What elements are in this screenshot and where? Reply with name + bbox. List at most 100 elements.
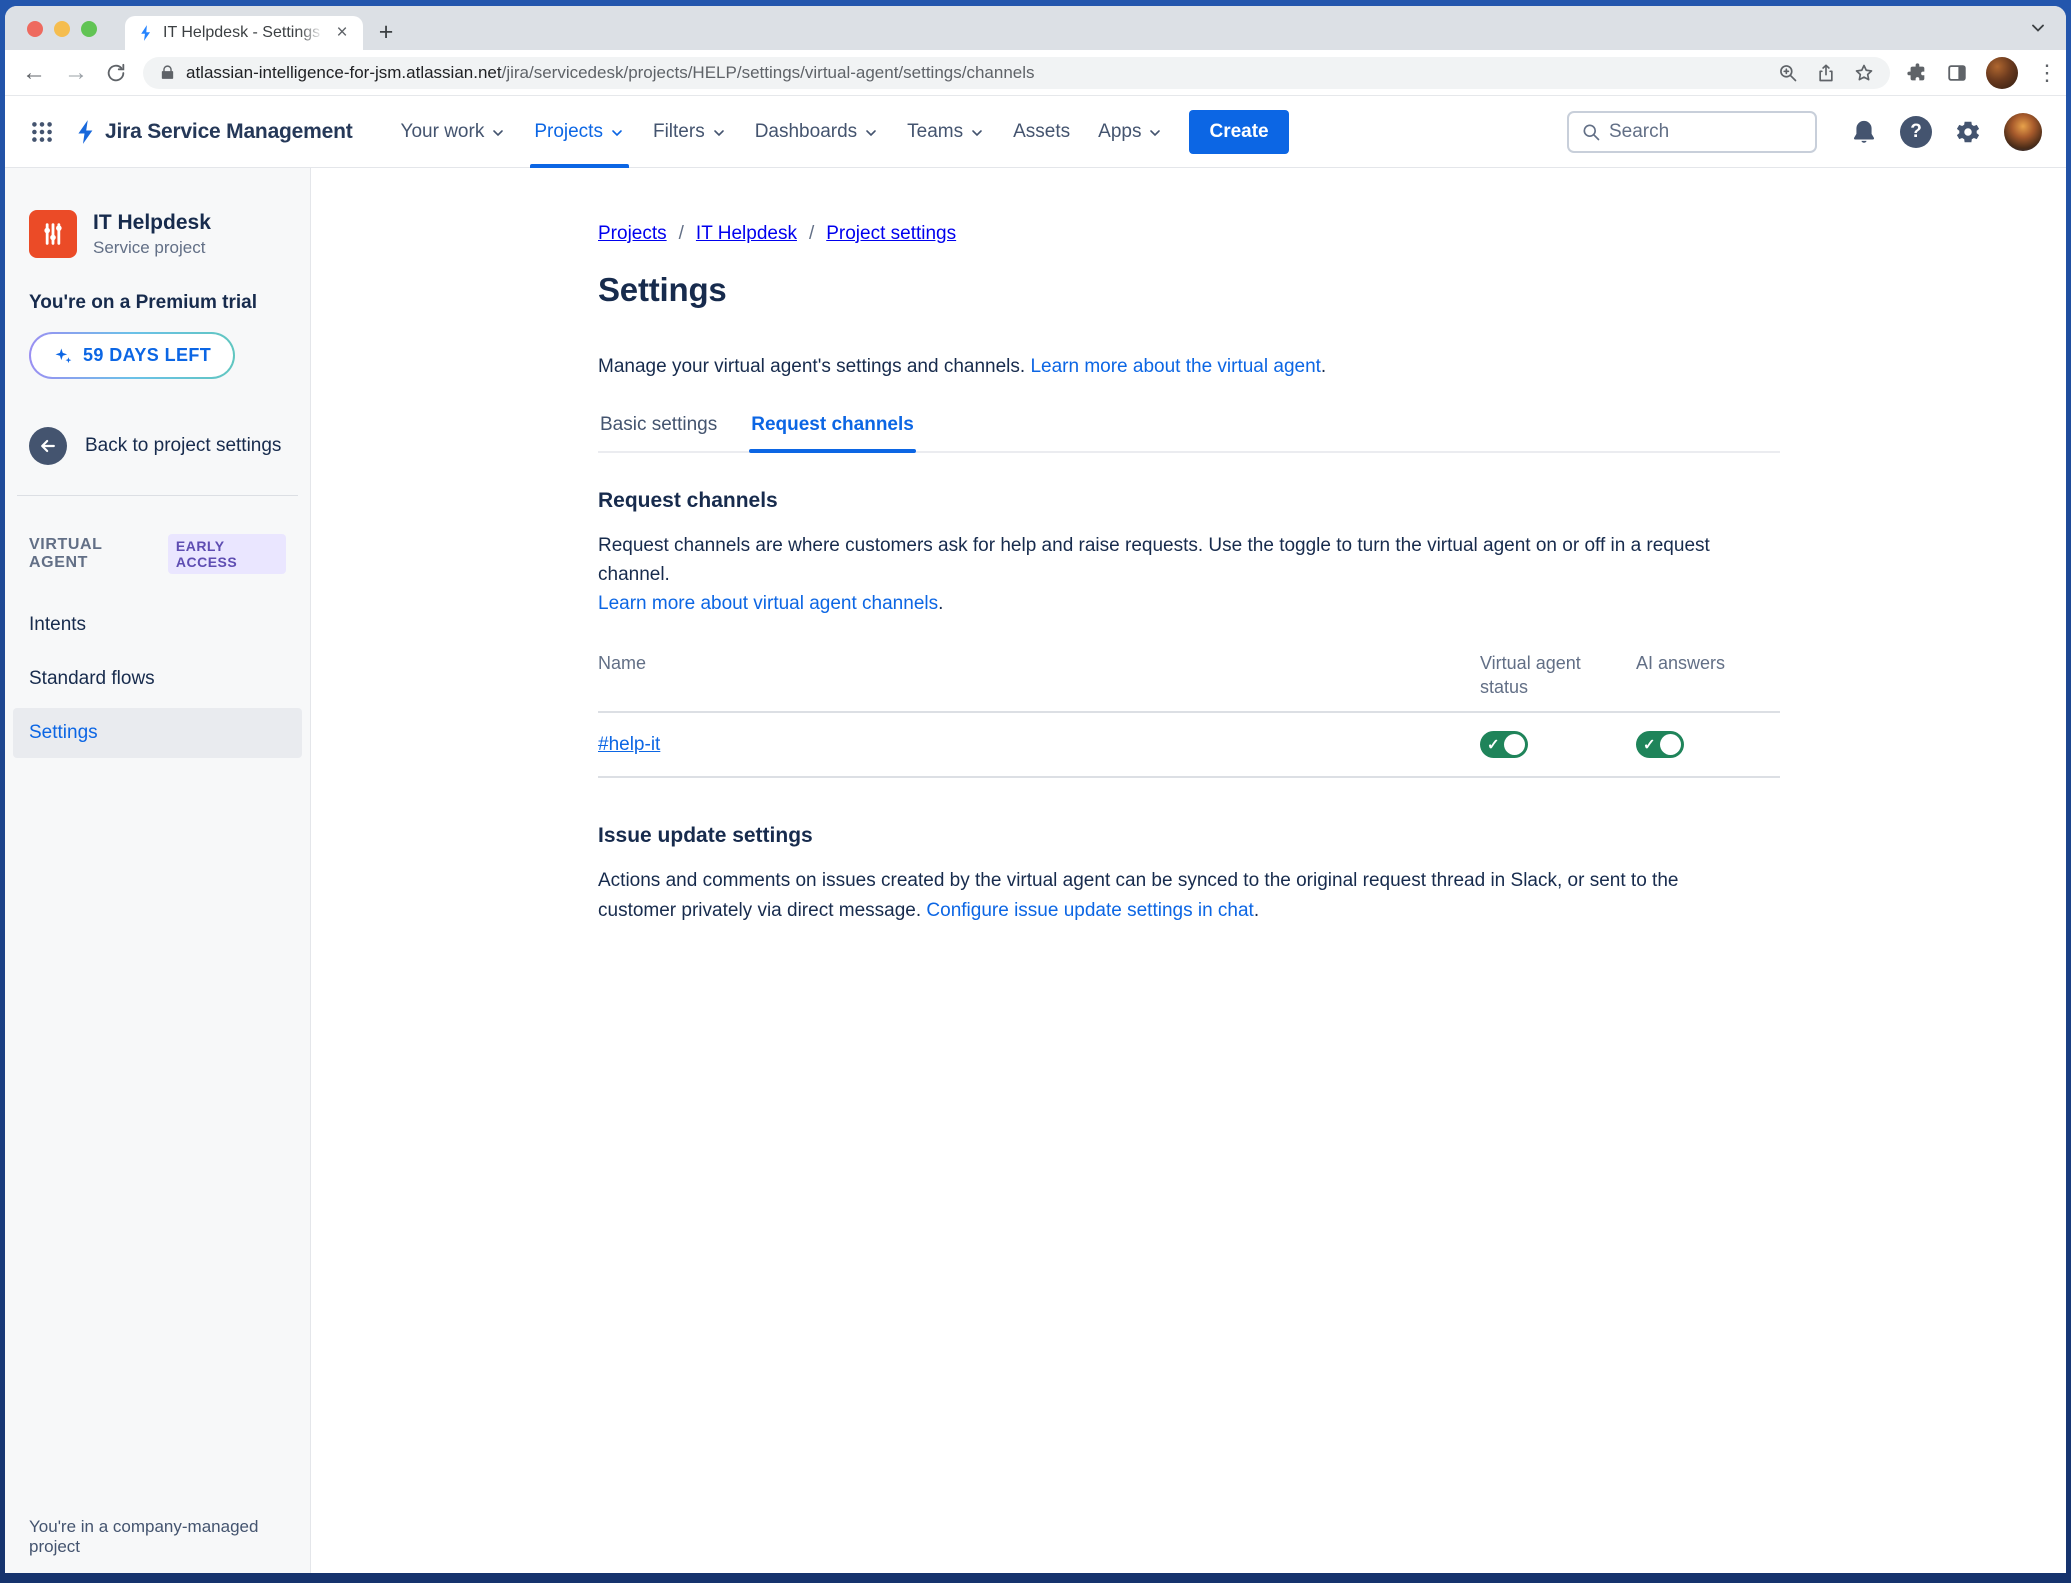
tab-title: IT Helpdesk - Settings - Servic [163,24,323,41]
sidebar-item-intents[interactable]: Intents [13,600,302,650]
sidebar-item-settings[interactable]: Settings [13,708,302,758]
chevron-down-icon [612,129,622,136]
chevron-down-icon [972,129,982,136]
browser-profile-avatar[interactable] [1986,56,2018,89]
nav-item-your-work[interactable]: Your work [387,96,521,168]
project-avatar-sliders-icon [29,210,77,258]
nav-item-assets[interactable]: Assets [999,96,1084,168]
column-ai-answers: AI answers [1636,652,1726,673]
channels-table-header: Name Virtual agent status AI answers [598,651,1780,714]
new-tab-button[interactable] [371,18,401,48]
trial-badge-label: 59 DAYS LEFT [83,345,212,365]
browser-menu-icon[interactable] [2036,60,2050,86]
nav-item-apps[interactable]: Apps [1084,96,1177,168]
search-input[interactable] [1609,120,1803,143]
nav-item-dashboards[interactable]: Dashboards [741,96,893,168]
url-path: /jira/servicedesk/projects/HELP/settings… [501,62,1035,82]
project-header: IT Helpdesk Service project [29,210,286,258]
configure-issue-update-link[interactable]: Configure issue update settings in chat [926,900,1253,921]
search-icon [1581,122,1601,142]
browser-forward-button[interactable] [63,59,89,87]
chevron-down-icon [493,129,504,136]
column-virtual-agent-status: Virtual agent status [1480,652,1581,698]
channel-help-it-link[interactable]: #help-it [598,734,1480,756]
global-search[interactable] [1567,110,1817,153]
learn-more-channels-link[interactable]: Learn more about virtual agent channels [598,593,938,614]
browser-tab-strip: IT Helpdesk - Settings - Servic [5,6,2066,50]
sparkle-icon [53,346,73,366]
issue-update-description: Actions and comments on issues created b… [598,870,1679,921]
project-sidebar: IT Helpdesk Service project You're on a … [5,168,311,1573]
back-arrow-icon [29,427,67,465]
share-icon[interactable] [1816,63,1836,83]
project-name: IT Helpdesk [93,210,211,234]
window-controls[interactable] [27,21,97,37]
virtual-agent-status-toggle[interactable] [1480,731,1528,759]
channels-table: Name Virtual agent status AI answers #he… [598,651,1780,779]
table-row: #help-it [598,713,1780,779]
product-name: Jira Service Management [105,119,353,143]
browser-tab[interactable]: IT Helpdesk - Settings - Servic [125,16,363,50]
settings-gear-icon[interactable] [1954,118,1982,146]
extensions-puzzle-icon[interactable] [1906,62,1928,84]
breadcrumb-it-helpdesk[interactable]: IT Helpdesk [696,223,797,245]
minimize-window-button[interactable] [54,21,70,37]
trial-text: You're on a Premium trial [29,292,257,313]
user-avatar[interactable] [2004,112,2042,151]
chevron-down-icon [866,129,876,136]
breadcrumb-projects[interactable]: Projects [598,223,667,245]
browser-window: IT Helpdesk - Settings - Servic atlassia… [5,6,2066,1573]
ai-answers-toggle[interactable] [1636,731,1684,759]
trial-days-left-button[interactable]: 59 DAYS LEFT [29,332,235,379]
back-label: Back to project settings [85,435,282,456]
request-channels-description: Request channels are where customers ask… [598,534,1710,615]
browser-reload-button[interactable] [105,62,127,84]
project-type: Service project [93,237,206,257]
help-icon[interactable] [1900,115,1932,148]
intro-text: Manage your virtual agent's settings and… [598,356,1327,377]
chevron-down-icon [713,129,724,136]
early-access-badge: EARLY ACCESS [167,534,286,574]
tab-search-chevron-icon[interactable] [2028,18,2048,38]
chevron-down-icon [1150,129,1161,136]
zoom-page-icon[interactable] [1778,63,1798,83]
create-button[interactable]: Create [1189,109,1289,154]
jira-logo[interactable]: Jira Service Management [73,119,353,145]
lock-icon [159,64,176,81]
zoom-window-button[interactable] [81,21,97,37]
sidebar-divider [17,495,298,496]
check-icon [1487,735,1500,753]
nav-item-teams[interactable]: Teams [893,96,999,168]
page-title: Settings [598,271,727,308]
tab-favicon-bolt-icon [137,24,155,42]
close-window-button[interactable] [27,21,43,37]
settings-tabs: Basic settings Request channels [598,414,1780,453]
tab-close-icon[interactable] [331,22,353,44]
notifications-bell-icon[interactable] [1850,118,1878,146]
address-bar[interactable]: atlassian-intelligence-for-jsm.atlassian… [143,56,1890,89]
app-switcher-grid-icon[interactable] [29,119,55,145]
issue-update-heading: Issue update settings [598,824,813,848]
virtual-agent-section-label: VIRTUAL AGENT [29,536,103,571]
breadcrumb: Projects / IT Helpdesk / Project setting… [598,223,957,245]
column-name: Name [598,652,647,673]
tab-basic-settings[interactable]: Basic settings [598,414,719,451]
browser-back-button[interactable] [21,59,47,87]
app-navigation: Jira Service Management Your work Projec… [5,96,2066,168]
back-to-project-settings[interactable]: Back to project settings [29,427,286,465]
main-content: Projects / IT Helpdesk / Project setting… [311,168,2066,1573]
nav-item-projects[interactable]: Projects [520,96,639,168]
learn-more-virtual-agent-link[interactable]: Learn more about the virtual agent [1030,356,1320,377]
url-domain: atlassian-intelligence-for-jsm.atlassian… [186,62,502,82]
tab-request-channels[interactable]: Request channels [749,414,916,453]
url-text: atlassian-intelligence-for-jsm.atlassian… [186,63,1768,83]
bookmark-star-icon[interactable] [1854,63,1874,83]
browser-toolbar: atlassian-intelligence-for-jsm.atlassian… [5,50,2066,96]
project-type-footer: You're in a company-managed project [29,1517,259,1556]
check-icon [1643,735,1656,753]
sidebar-item-standard-flows[interactable]: Standard flows [13,654,302,704]
side-panel-icon[interactable] [1946,62,1968,84]
request-channels-heading: Request channels [598,488,778,512]
nav-item-filters[interactable]: Filters [639,96,741,168]
breadcrumb-project-settings[interactable]: Project settings [826,223,956,245]
